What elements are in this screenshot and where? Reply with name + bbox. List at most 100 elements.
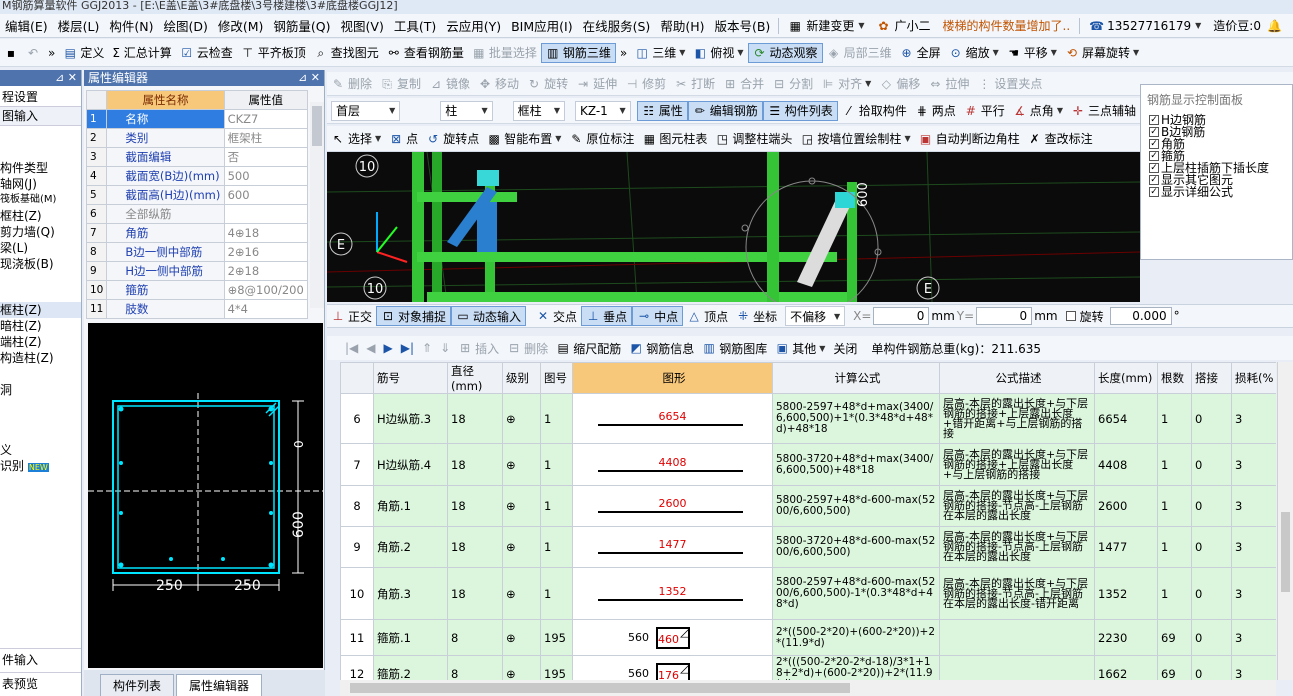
nav-project-settings[interactable]: 程设置 [0,88,81,107]
grid-horizontal-scrollbar[interactable] [340,680,1276,696]
menu-cloud[interactable]: 云应用(Y) [441,16,506,35]
cell-fig[interactable]: 195 [540,655,573,680]
cell-desc[interactable]: 层高-本层的露出长度+与下层钢筋的搭接-节点高-上层钢筋在本层的露出长度 [939,485,1095,527]
intersection-button[interactable]: ✕ 交点 [532,306,581,326]
cell-length[interactable]: 2600 [1094,485,1158,527]
nav-item-shear-wall[interactable]: 剪力墙(Q) [0,224,81,240]
cell-name[interactable]: H边纵筋.3 [373,393,448,444]
cell-lap[interactable]: 0 [1191,393,1232,444]
menu-view[interactable]: 视图(V) [336,16,389,35]
cell-loss[interactable]: 3 [1231,526,1276,568]
cell-fig[interactable]: 195 [540,619,573,656]
three-point-axis-button[interactable]: ✛ 三点辅轴 [1067,101,1140,121]
col-header[interactable]: 长度(mm) [1094,362,1158,394]
cell-shape[interactable]: 2600 [572,485,773,527]
prop-value[interactable]: 500 [223,166,309,186]
nav-item-slab[interactable]: 现浇板(B) [0,256,81,272]
view-rebar-qty-button[interactable]: ⚯ 查看钢筋量 [383,43,468,63]
cell-dia[interactable]: 18 [447,526,503,568]
checkbox-checked[interactable]: ✓ [1149,163,1159,173]
menu-edit[interactable]: 编辑(E) [0,16,53,35]
cell-lap[interactable]: 0 [1191,655,1232,680]
prop-value[interactable]: 否 [223,147,309,167]
prop-value[interactable]: 2⊕18 [223,261,309,281]
nav-item-axis[interactable]: 轴网(J) [0,176,81,192]
nav-item-raft[interactable]: 筏板基础(M) [0,192,81,208]
cell-count[interactable]: 1 [1157,485,1192,527]
checkbox-checked[interactable]: ✓ [1149,139,1159,149]
first-record-button[interactable]: |◀ [341,338,362,358]
cloud-check-button[interactable]: ☑ 云检查 [176,43,237,63]
table-row[interactable]: 7 H边纵筋.4 18 ⊕ 1 4408 5800-3720+48*d+max(… [340,443,1276,486]
break-button[interactable]: ✂ 打断 [670,74,719,94]
cell-desc[interactable] [939,619,1095,656]
cell-shape[interactable]: 560 460 ◿ [572,619,773,656]
merge-button[interactable]: ⊞ 合并 [719,74,768,94]
prop-value[interactable]: 2⊕16 [223,242,309,262]
rotate-button[interactable]: ↻ 旋转 [523,74,572,94]
nav-item-end-column[interactable]: 端柱(Z) [0,334,81,350]
cell-formula[interactable]: 5800-2597+48*d-600-max(5200/6,600,500) [772,485,940,527]
property-scrollbar[interactable] [310,102,324,308]
cell-formula[interactable]: 2*(((500-2*20-2*d-18)/3*1+18+2*d)+(600-2… [772,655,940,680]
align-button[interactable]: ⊫ 对齐 ▼ [817,74,875,94]
move-down-button[interactable]: ⇓ [436,338,454,358]
guangxiao-button[interactable]: ✿ 广小二 [870,17,936,34]
cell-name[interactable]: 箍筋.2 [373,655,448,680]
other-button[interactable]: ▣ 其他 ▼ [771,338,829,358]
cell-loss[interactable]: 3 [1231,393,1276,444]
point-angle-button[interactable]: ∡ 点角 ▼ [1009,101,1067,121]
cell-lap[interactable]: 0 [1191,526,1232,568]
cell-loss[interactable]: 3 [1231,655,1276,680]
nav-item-constructional-column[interactable]: 构造柱(Z) [0,350,81,366]
menu-version[interactable]: 版本号(B) [709,16,775,35]
property-button[interactable]: ☷ 属性 [636,100,688,121]
cell-fig[interactable]: 1 [540,567,573,620]
table-row[interactable]: 6 H边纵筋.3 18 ⊕ 1 6654 5800-2597+48*d+max(… [340,393,1276,444]
cell-desc[interactable] [939,655,1095,680]
cell-dia[interactable]: 8 [447,655,503,680]
element-column-table-button[interactable]: ▦ 图元柱表 [638,129,711,149]
table-row[interactable]: 10 角筋.3 18 ⊕ 1 1352 5800-2597+48*d-600-m… [340,567,1276,620]
menu-tools[interactable]: 工具(T) [389,16,441,35]
nav-item-recognize[interactable]: 识别 NEW [0,458,81,476]
stretch-button[interactable]: ⇔ 拉伸 [924,74,973,94]
property-row[interactable]: 4 截面宽(B边)(mm) 500 [85,166,309,186]
cell-formula[interactable]: 5800-2597+48*d-600-max(5200/6,600,500)-1… [772,567,940,620]
cell-shape[interactable]: 4408 [572,443,773,486]
edit-rebar-button[interactable]: ✏ 编辑钢筋 [687,100,763,121]
prop-value[interactable]: 4⊕18 [223,223,309,243]
cell-count[interactable]: 1 [1157,443,1192,486]
cell-formula[interactable]: 5800-2597+48*d+max(3400/6,600,500)+1*(0.… [772,393,940,444]
table-row[interactable]: 9 角筋.2 18 ⊕ 1 1477 5800-3720+48*d-600-ma… [340,526,1276,568]
type-select[interactable]: 柱 ▼ [440,100,493,121]
cell-shape[interactable]: 1477 [572,526,773,568]
delete-button[interactable]: ✎ 删除 [327,74,376,94]
move-button[interactable]: ✥ 移动 [474,74,523,94]
last-record-button[interactable]: ▶| [397,338,418,358]
cell-desc[interactable]: 层高-本层的露出长度+与下层钢筋的搭接-节点高-上层钢筋在本层的露出长度 [939,526,1095,568]
cell-desc[interactable]: 层高-本层的露出长度+与下层钢筋的搭接+上层露出长度+与上层钢筋的搭接 [939,443,1095,486]
nav-item-custom[interactable]: 义 [0,442,81,458]
cell-shape[interactable]: 1352 [572,567,773,620]
table-row[interactable]: 12 箍筋.2 8 ⊕ 195 560 176 ◿ 2*(((500-2*20-… [340,655,1276,680]
more-icon[interactable]: » [44,43,59,63]
cell-loss[interactable]: 3 [1231,567,1276,620]
menu-online[interactable]: 在线服务(S) [578,16,656,35]
object-snap-button[interactable]: ⊡ 对象捕捉 [376,306,452,326]
cell-fig[interactable]: 1 [540,485,573,527]
flush-top-button[interactable]: ⊤ 平齐板顶 [237,43,310,63]
cell-desc[interactable]: 层高-本层的露出长度+与下层钢筋的搭接+上层露出长度+错开距离+与上层钢筋的搭接 [939,393,1095,444]
property-row[interactable]: 3 截面编辑否 [85,147,309,167]
prop-value[interactable] [223,204,309,224]
cell-grade[interactable]: ⊕ [502,443,541,486]
cell-lap[interactable]: 0 [1191,485,1232,527]
nav-item-column-selected[interactable]: 框柱(Z) [0,302,81,318]
grid-delete-button[interactable]: ⊟ 删除 [503,338,552,358]
grid-vertical-scrollbar[interactable] [1277,362,1293,680]
vertex-button[interactable]: △ 顶点 [683,306,732,326]
cell-fig[interactable]: 1 [540,393,573,444]
cell-fig[interactable]: 1 [540,443,573,486]
new-change-button[interactable]: ▦ 新建变更 ▼ [782,17,870,34]
pan-button[interactable]: ☚ 平移 ▼ [1003,43,1061,63]
